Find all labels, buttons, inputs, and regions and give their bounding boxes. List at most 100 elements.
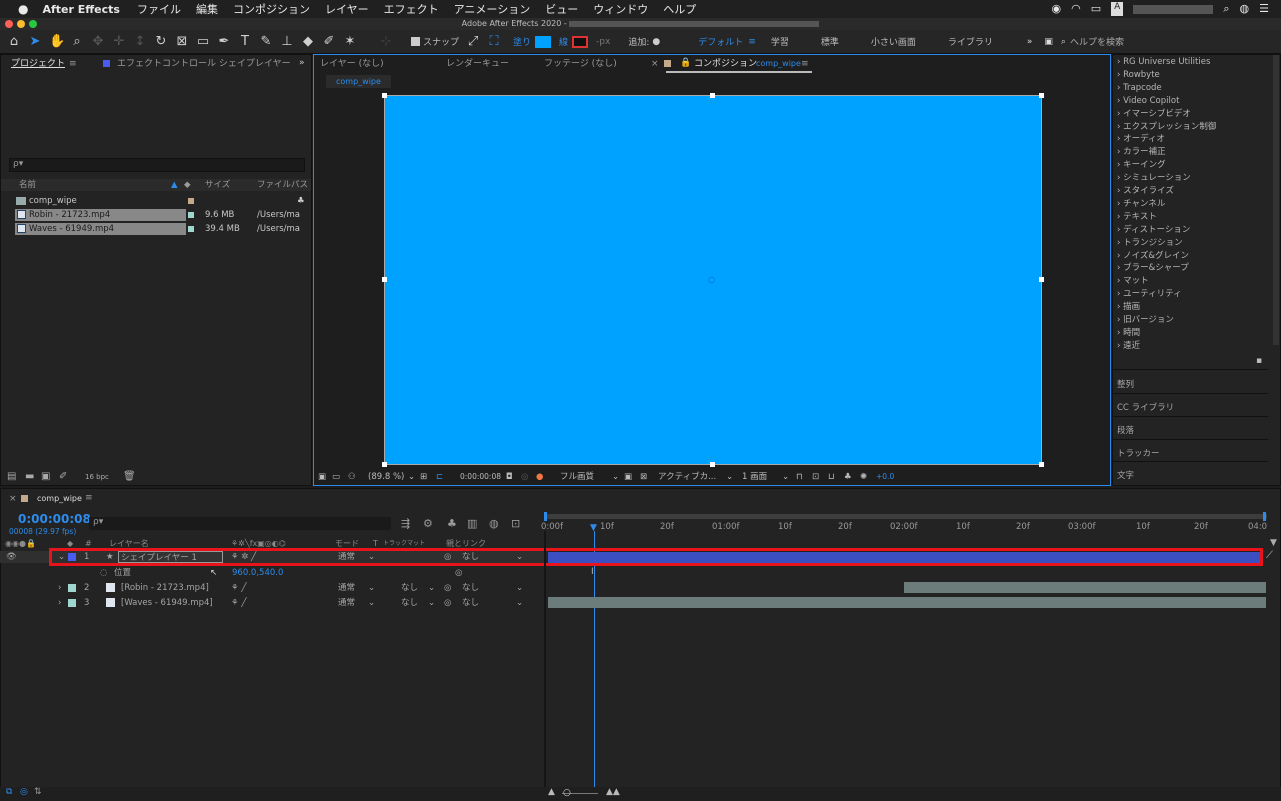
hand-tool-icon[interactable]: ✋ xyxy=(49,34,65,49)
effects-scrollbar[interactable] xyxy=(1273,55,1279,345)
exposure-value[interactable]: +0.0 xyxy=(876,469,894,485)
project-search-input[interactable]: ρ▾ xyxy=(9,158,305,172)
property-value[interactable]: 960.0,540.0 xyxy=(232,567,283,579)
layer-label-swatch[interactable] xyxy=(68,599,76,607)
frame-blending-icon[interactable]: ▥ xyxy=(467,517,477,530)
property-pickwhip-icon[interactable]: ◎ xyxy=(455,567,462,579)
timeline-toggle-icon[interactable]: ⊔ xyxy=(828,469,835,485)
views-chevron-icon[interactable]: ⌄ xyxy=(782,469,789,485)
draft-3d-icon[interactable]: ⚙ xyxy=(423,517,433,530)
channel-icon[interactable]: ● xyxy=(536,469,543,485)
project-menu-icon[interactable]: ≡ xyxy=(69,59,77,69)
effects-category-item[interactable]: › テキスト xyxy=(1117,211,1157,224)
transform-handle[interactable] xyxy=(710,462,715,467)
layer-row-2[interactable]: › 2 [Robin - 21723.mp4] ⚘ ╱ 通常 ⌄ なし ⌄ ◎ … xyxy=(0,582,545,594)
selection-tool-icon[interactable]: ➤ xyxy=(28,34,42,49)
tab-effect-controls[interactable]: エフェクトコントロール シェイプレイヤー xyxy=(117,55,291,73)
trkmat-chevron-icon[interactable]: ⌄ xyxy=(428,597,435,609)
effects-category-item[interactable]: › 描画 xyxy=(1117,301,1140,314)
workspace-small[interactable]: 小さい画面 xyxy=(871,35,916,48)
track-matte-select[interactable]: なし xyxy=(401,597,418,609)
roi-icon[interactable]: ▣ xyxy=(624,469,632,485)
panel-overflow-icon[interactable]: » xyxy=(299,58,305,68)
effects-category-item[interactable]: › シミュレーション xyxy=(1117,172,1191,185)
layer-switches[interactable]: ⚘ ╱ xyxy=(231,597,246,609)
menu-help[interactable]: ヘルプ xyxy=(663,1,696,17)
col-size[interactable]: サイズ xyxy=(205,179,230,191)
effects-category-item[interactable]: › 時間 xyxy=(1117,327,1140,340)
parent-select[interactable]: なし xyxy=(462,582,479,594)
axis-icon[interactable]: ⊹ xyxy=(379,34,393,49)
viewer-menu-icon[interactable]: ≡ xyxy=(801,59,809,69)
panel-character[interactable]: 文字 xyxy=(1117,469,1134,481)
clone-stamp-icon[interactable]: ⊥ xyxy=(280,34,294,49)
visibility-icon[interactable]: 👁 xyxy=(6,551,17,563)
adjust-icon[interactable]: ✐ xyxy=(59,471,67,482)
effects-category-item[interactable]: › エクスプレッション制御 xyxy=(1117,121,1216,134)
add-icon[interactable]: ● xyxy=(652,37,660,47)
help-search-input[interactable]: ヘルプを検索 xyxy=(1070,35,1210,48)
track-matte-select[interactable]: なし xyxy=(401,582,418,594)
timeline-timecode[interactable]: 0:00:00:08 xyxy=(18,512,91,526)
parent-select[interactable]: なし xyxy=(462,597,479,609)
effects-category-item[interactable]: › RG Universe Utilities xyxy=(1117,56,1210,69)
monitor-icon[interactable]: ▭ xyxy=(332,469,340,485)
zoom-slider-thumb[interactable]: ○ xyxy=(563,788,571,798)
menu-edit[interactable]: 編集 xyxy=(196,1,218,17)
shy-icon[interactable]: ♣ xyxy=(447,517,457,530)
search-help-toggle-icon[interactable]: ▣ xyxy=(1044,37,1053,47)
parent-chevron-icon[interactable]: ⌄ xyxy=(516,582,523,594)
menu-effect[interactable]: エフェクト xyxy=(384,1,439,17)
effects-category-item[interactable]: › キーイング xyxy=(1117,159,1166,172)
puppet-tool-icon[interactable]: ✶ xyxy=(343,34,357,49)
orbit-tool-icon[interactable]: ✥ xyxy=(91,34,105,49)
flowchart-icon[interactable]: ♣ xyxy=(297,195,305,207)
spotlight-icon[interactable]: ⌕ xyxy=(1223,2,1229,16)
parent-pickwhip-icon[interactable]: ◎ xyxy=(444,597,451,609)
workspace-library[interactable]: ライブラリ xyxy=(948,35,993,48)
new-folder-icon[interactable]: ▬ xyxy=(25,471,34,482)
snap-grid-icon[interactable]: ⛶ xyxy=(487,34,501,49)
zoom-window-icon[interactable] xyxy=(29,20,37,28)
home-icon[interactable]: ⌂ xyxy=(7,34,21,49)
tab-layer[interactable]: レイヤー (なし) xyxy=(320,55,384,73)
layer-mode-select[interactable]: 通常 xyxy=(338,597,355,609)
layer-row-3[interactable]: › 3 [Waves - 61949.mp4] ⚘ ╱ 通常 ⌄ なし ⌄ ◎ … xyxy=(0,597,545,609)
effects-category-item[interactable]: › ディストーション xyxy=(1117,224,1190,237)
col-path[interactable]: ファイルパス xyxy=(257,179,308,191)
zoom-chevron-icon[interactable]: ⌄ xyxy=(408,469,415,485)
snapshot-icon[interactable]: ◘ xyxy=(506,469,513,485)
pen-tool-icon[interactable]: ✒ xyxy=(217,34,231,49)
workspace-default[interactable]: デフォルト xyxy=(698,35,743,48)
workspace-standard[interactable]: 標準 xyxy=(821,35,839,48)
layer-mode-select[interactable]: 通常 xyxy=(338,582,355,594)
transparency-grid-icon[interactable]: ⊠ xyxy=(640,469,647,485)
flowchart-view-icon[interactable]: ♣ xyxy=(844,469,852,485)
more-workspaces-icon[interactable]: » xyxy=(1027,37,1033,47)
tab-project[interactable]: プロジェクト xyxy=(11,55,65,73)
label-icon[interactable]: ◆ xyxy=(184,179,191,191)
stroke-swatch[interactable] xyxy=(572,35,589,48)
fast-preview-icon[interactable]: ⊡ xyxy=(812,469,819,485)
menu-list-icon[interactable]: ☰ xyxy=(1259,2,1269,16)
minimize-window-icon[interactable] xyxy=(17,20,25,28)
effects-category-item[interactable]: › ブラー&シャープ xyxy=(1117,262,1189,275)
project-item[interactable]: Waves - 61949.mp4 39.4 MB /Users/ma xyxy=(1,223,311,235)
transform-handle[interactable] xyxy=(382,93,387,98)
mode-chevron-icon[interactable]: ⌄ xyxy=(368,597,375,609)
parent-chevron-icon[interactable]: ⌄ xyxy=(516,597,523,609)
toggle-switches-icon[interactable]: ⧉ xyxy=(6,787,12,797)
stopwatch-icon[interactable]: ◌ xyxy=(100,567,107,579)
show-snapshot-icon[interactable]: ◎ xyxy=(521,469,528,485)
work-area-start[interactable] xyxy=(544,512,547,521)
brush-tool-icon[interactable]: ✎ xyxy=(259,34,273,49)
effects-category-item[interactable]: › Trapcode xyxy=(1117,82,1162,95)
panel-align[interactable]: 整列 xyxy=(1117,378,1134,390)
transform-handle[interactable] xyxy=(1039,277,1044,282)
camera-select[interactable]: アクティブカ... xyxy=(658,469,716,485)
transform-handle[interactable] xyxy=(710,93,715,98)
effects-category-item[interactable]: › マット xyxy=(1117,275,1149,288)
comp-subtab[interactable]: comp_wipe xyxy=(326,75,391,88)
menu-view[interactable]: ビュー xyxy=(545,1,578,17)
pixel-aspect-icon[interactable]: ⊓ xyxy=(796,469,803,485)
